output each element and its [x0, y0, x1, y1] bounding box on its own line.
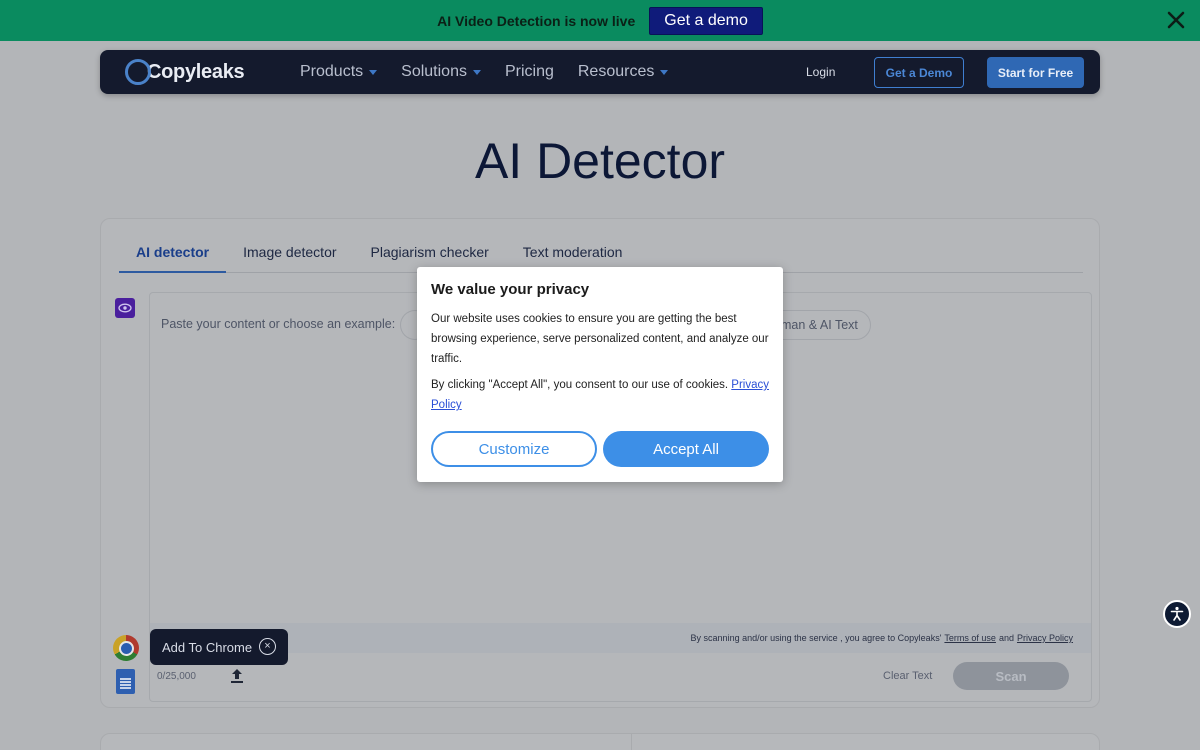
accessibility-icon[interactable] [1163, 600, 1191, 628]
editor-placeholder: Paste your content or choose an example: [161, 317, 396, 331]
top-nav: Copyleaks Products Solutions Pricing Res… [100, 50, 1100, 94]
tab-ai-detector[interactable]: AI detector [119, 243, 227, 273]
menu-item-label: Products [300, 63, 364, 80]
chevron-down-icon [369, 69, 378, 75]
close-icon[interactable] [1164, 8, 1188, 32]
scan-button[interactable]: Scan [953, 662, 1069, 690]
terms-of-use-link[interactable]: Terms of use [944, 633, 996, 643]
page-title: AI Detector [474, 133, 726, 189]
dialog-paragraph: Our website uses cookies to ensure you a… [431, 313, 769, 365]
clear-text-button[interactable]: Clear Text [883, 670, 932, 682]
privacy-policy-link[interactable]: Privacy Policy [1017, 633, 1073, 643]
add-to-chrome-label: Add To Chrome [162, 639, 253, 655]
terms-notice: By scanning and/or using the service , y… [150, 623, 1091, 653]
menu-item-label: Resources [577, 63, 655, 80]
start-for-free-button[interactable]: Start for Free [987, 57, 1084, 88]
menu-item-label: Pricing [504, 63, 554, 80]
tab-image-detector[interactable]: Image detector [226, 243, 353, 273]
logo-text: Copyleaks [147, 60, 245, 83]
promo-banner: AI Video Detection is now live Get a dem… [0, 0, 1200, 41]
promo-text: AI Video Detection is now live [437, 12, 636, 29]
accept-all-button[interactable]: Accept All [603, 431, 769, 467]
cookie-consent-dialog: We value your privacy Our website uses c… [417, 267, 783, 482]
character-counter: 0/25,000 [157, 671, 196, 682]
menu-item-resources[interactable]: Resources [577, 63, 669, 81]
eye-glyph [118, 303, 132, 313]
menu-item-label: Solutions [401, 63, 467, 80]
chevron-down-icon [660, 69, 669, 75]
secondary-card [100, 733, 1100, 750]
logo-mark-icon [125, 59, 151, 85]
divider [631, 734, 632, 750]
eye-icon[interactable] [115, 298, 135, 318]
terms-and: and [998, 633, 1014, 643]
get-demo-button[interactable]: Get a Demo [874, 57, 964, 88]
consent-text: By clicking "Accept All", you consent to… [431, 379, 729, 391]
dialog-title: We value your privacy [431, 281, 590, 298]
main-menu: Products Solutions Pricing Resources [300, 50, 669, 94]
menu-item-solutions[interactable]: Solutions [401, 63, 481, 81]
dialog-body: Our website uses cookies to ensure you a… [431, 309, 769, 415]
copyleaks-logo[interactable]: Copyleaks [125, 59, 245, 85]
chrome-icon[interactable] [113, 635, 139, 661]
menu-item-pricing[interactable]: Pricing [505, 63, 554, 81]
login-link[interactable]: Login [806, 65, 835, 79]
menu-item-products[interactable]: Products [300, 63, 378, 81]
dialog-actions: Customize Accept All [431, 431, 769, 467]
customize-button[interactable]: Customize [431, 431, 597, 467]
accessibility-glyph [1170, 606, 1184, 621]
chevron-down-icon [472, 69, 481, 75]
add-to-chrome-button[interactable]: Add To Chrome × [150, 629, 288, 665]
google-docs-icon[interactable] [116, 669, 135, 694]
get-a-demo-button[interactable]: Get a demo [649, 6, 763, 35]
dialog-paragraph-consent: By clicking "Accept All", you consent to… [431, 375, 769, 415]
upload-icon[interactable] [230, 668, 244, 684]
terms-prefix: By scanning and/or using the service , y… [690, 633, 942, 643]
close-icon[interactable]: × [259, 638, 276, 655]
